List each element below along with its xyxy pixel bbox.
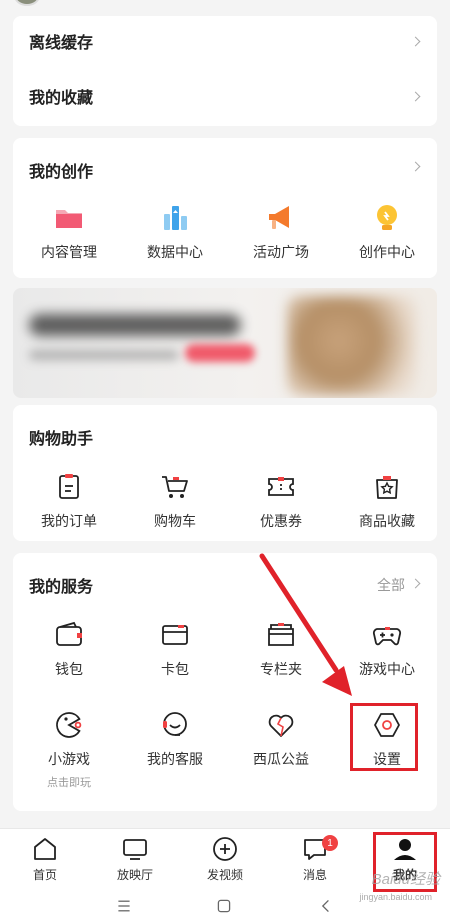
grid-sublabel: 点击即玩 xyxy=(47,776,91,789)
favorites-row[interactable]: 我的收藏 xyxy=(13,71,437,121)
grid-item-data-center[interactable]: 数据中心 xyxy=(122,202,228,262)
grid-item-creation-center[interactable]: 创作中心 xyxy=(334,202,440,262)
offline-cache-label: 离线缓存 xyxy=(29,33,94,52)
grid-label: 活动广场 xyxy=(253,245,309,261)
wallet-icon xyxy=(56,621,82,646)
grid-item-xigua-charity[interactable]: 西瓜公益 xyxy=(228,709,334,769)
banner-subtitle-blurred xyxy=(29,350,179,360)
tab-home[interactable]: 首页 xyxy=(0,835,90,883)
grid-item-coupons[interactable]: 优惠券 xyxy=(228,471,334,531)
grid-label: 商品收藏 xyxy=(359,514,415,530)
megaphone-icon xyxy=(269,206,289,229)
card-icon xyxy=(162,625,188,645)
grid-item-wallet[interactable]: 钱包 xyxy=(16,619,122,679)
chevron-right-icon[interactable] xyxy=(410,161,421,172)
grid-item-card-pack[interactable]: 卡包 xyxy=(122,619,228,679)
tv-icon xyxy=(123,839,147,860)
offline-cache-row[interactable]: 离线缓存 xyxy=(13,16,437,66)
shopping-card: 购物助手 我的订单 购物车 优惠券 商品收藏 xyxy=(13,405,437,541)
chevron-right-icon xyxy=(410,91,421,101)
grid-label: 创作中心 xyxy=(359,245,415,261)
grid-item-customer-service[interactable]: 我的客服 xyxy=(122,709,228,769)
settings-highlight-box xyxy=(350,703,418,771)
watermark-logo: Baidu经验 xyxy=(371,871,440,888)
shopping-title: 购物助手 xyxy=(29,429,94,448)
promo-banner[interactable] xyxy=(13,288,437,398)
grid-item-column-folder[interactable]: 专栏夹 xyxy=(228,619,334,679)
grid-item-activity-square[interactable]: 活动广场 xyxy=(228,202,334,262)
watermark-url: jingyan.baidu.com xyxy=(359,892,432,902)
services-more-link[interactable]: 全部 xyxy=(377,575,405,595)
order-icon xyxy=(59,474,79,499)
grid-label: 钱包 xyxy=(55,662,83,678)
menu-icon[interactable] xyxy=(115,898,133,914)
favorites-label: 我的收藏 xyxy=(29,88,94,107)
grid-item-game-center[interactable]: 游戏中心 xyxy=(334,619,440,679)
gamepad-icon xyxy=(372,627,402,646)
home-icon xyxy=(34,838,56,860)
grid-item-my-orders[interactable]: 我的订单 xyxy=(16,471,122,531)
plus-circle-icon xyxy=(213,837,237,861)
grid-label: 数据中心 xyxy=(147,245,203,261)
tab-label: 消息 xyxy=(302,868,327,882)
bar-chart-icon xyxy=(164,206,187,230)
grid-item-mini-games[interactable]: 小游戏 点击即玩 xyxy=(16,709,122,790)
banner-image-blurred xyxy=(287,296,417,396)
bag-star-icon xyxy=(376,476,398,499)
grid-label: 游戏中心 xyxy=(359,662,415,678)
pacman-icon xyxy=(56,712,82,738)
tab-post-video[interactable]: 发视频 xyxy=(180,835,270,883)
back-icon[interactable] xyxy=(318,898,334,914)
tab-label: 放映厅 xyxy=(116,868,153,882)
home-square-icon[interactable] xyxy=(216,898,232,914)
grid-label: 西瓜公益 xyxy=(253,752,309,768)
tab-label: 发视频 xyxy=(206,868,243,882)
cart-icon xyxy=(162,476,188,498)
grid-label: 优惠券 xyxy=(260,514,302,530)
banner-button-blurred xyxy=(185,344,255,362)
chevron-right-icon[interactable] xyxy=(410,578,421,589)
banner-title-blurred xyxy=(29,314,241,336)
grid-item-product-favorites[interactable]: 商品收藏 xyxy=(334,471,440,531)
chevron-right-icon xyxy=(410,36,421,46)
column-folder-icon xyxy=(268,623,294,646)
coupon-icon xyxy=(268,477,294,496)
grid-label: 我的订单 xyxy=(41,514,97,530)
grid-label: 我的客服 xyxy=(147,752,203,768)
lightbulb-icon xyxy=(377,205,397,230)
services-card: 我的服务 全部 钱包 卡包 专栏夹 游戏中心 小游戏 点击即玩 我的客服 西瓜公… xyxy=(13,553,437,811)
grid-label: 小游戏 xyxy=(48,752,90,768)
avatar[interactable] xyxy=(14,0,40,6)
creation-title[interactable]: 我的创作 xyxy=(29,158,93,182)
heart-icon xyxy=(268,714,294,737)
folder-icon xyxy=(56,210,82,228)
services-title: 我的服务 xyxy=(29,577,94,596)
grid-label: 内容管理 xyxy=(41,245,97,261)
message-badge: 1 xyxy=(322,835,338,851)
tab-label: 首页 xyxy=(32,868,57,882)
headset-icon xyxy=(163,712,187,736)
tab-messages[interactable]: 1 消息 xyxy=(270,835,360,883)
grid-label: 购物车 xyxy=(154,514,196,530)
grid-item-content-management[interactable]: 内容管理 xyxy=(16,202,122,262)
list-card: 离线缓存 我的收藏 xyxy=(13,16,437,126)
grid-item-cart[interactable]: 购物车 xyxy=(122,471,228,531)
grid-label: 专栏夹 xyxy=(260,662,302,678)
tab-theater[interactable]: 放映厅 xyxy=(90,835,180,883)
creation-card: 我的创作 内容管理 数据中心 活动广场 创作中心 xyxy=(13,138,437,278)
grid-label: 卡包 xyxy=(161,662,189,678)
